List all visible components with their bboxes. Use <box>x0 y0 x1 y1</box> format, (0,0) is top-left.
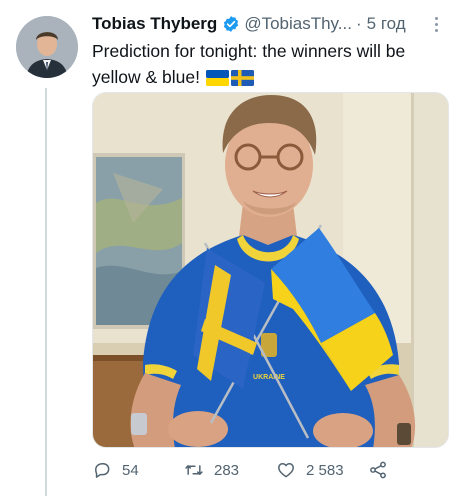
tweet-text: Prediction for tonight: the winners will… <box>92 38 442 93</box>
retweet-button[interactable]: 283 <box>184 460 239 480</box>
share-button[interactable] <box>368 460 398 480</box>
ukraine-flag-icon <box>205 67 229 93</box>
reply-count: 54 <box>122 461 139 479</box>
heart-icon <box>278 463 294 478</box>
tweet-photo[interactable]: UKRAINE <box>92 92 449 448</box>
reply-icon <box>95 463 110 478</box>
share-icon <box>370 461 386 479</box>
jersey-text: UKRAINE <box>253 374 285 381</box>
sweden-flag-icon <box>230 67 254 93</box>
person-head <box>222 95 317 217</box>
avatar[interactable] <box>16 16 78 78</box>
reply-button[interactable]: 54 <box>92 460 139 480</box>
retweet-icon <box>185 465 203 475</box>
author-handle[interactable]: @TobiasThy... <box>244 14 352 34</box>
like-button[interactable]: 2 583 <box>276 460 344 480</box>
tweet-actions: 54 283 2 583 <box>92 458 449 486</box>
thread-line <box>45 88 47 496</box>
verified-badge-icon <box>222 15 240 33</box>
author-name[interactable]: Tobias Thyberg <box>92 14 217 34</box>
tweet-timestamp[interactable]: 5 год <box>367 14 406 34</box>
tweet-header: Tobias Thyberg @TobiasThy... · 5 год <box>92 12 444 36</box>
retweet-count: 283 <box>214 461 240 479</box>
more-options-icon[interactable] <box>430 12 442 36</box>
header-separator: · <box>355 14 362 33</box>
like-count: 2 583 <box>306 461 344 479</box>
